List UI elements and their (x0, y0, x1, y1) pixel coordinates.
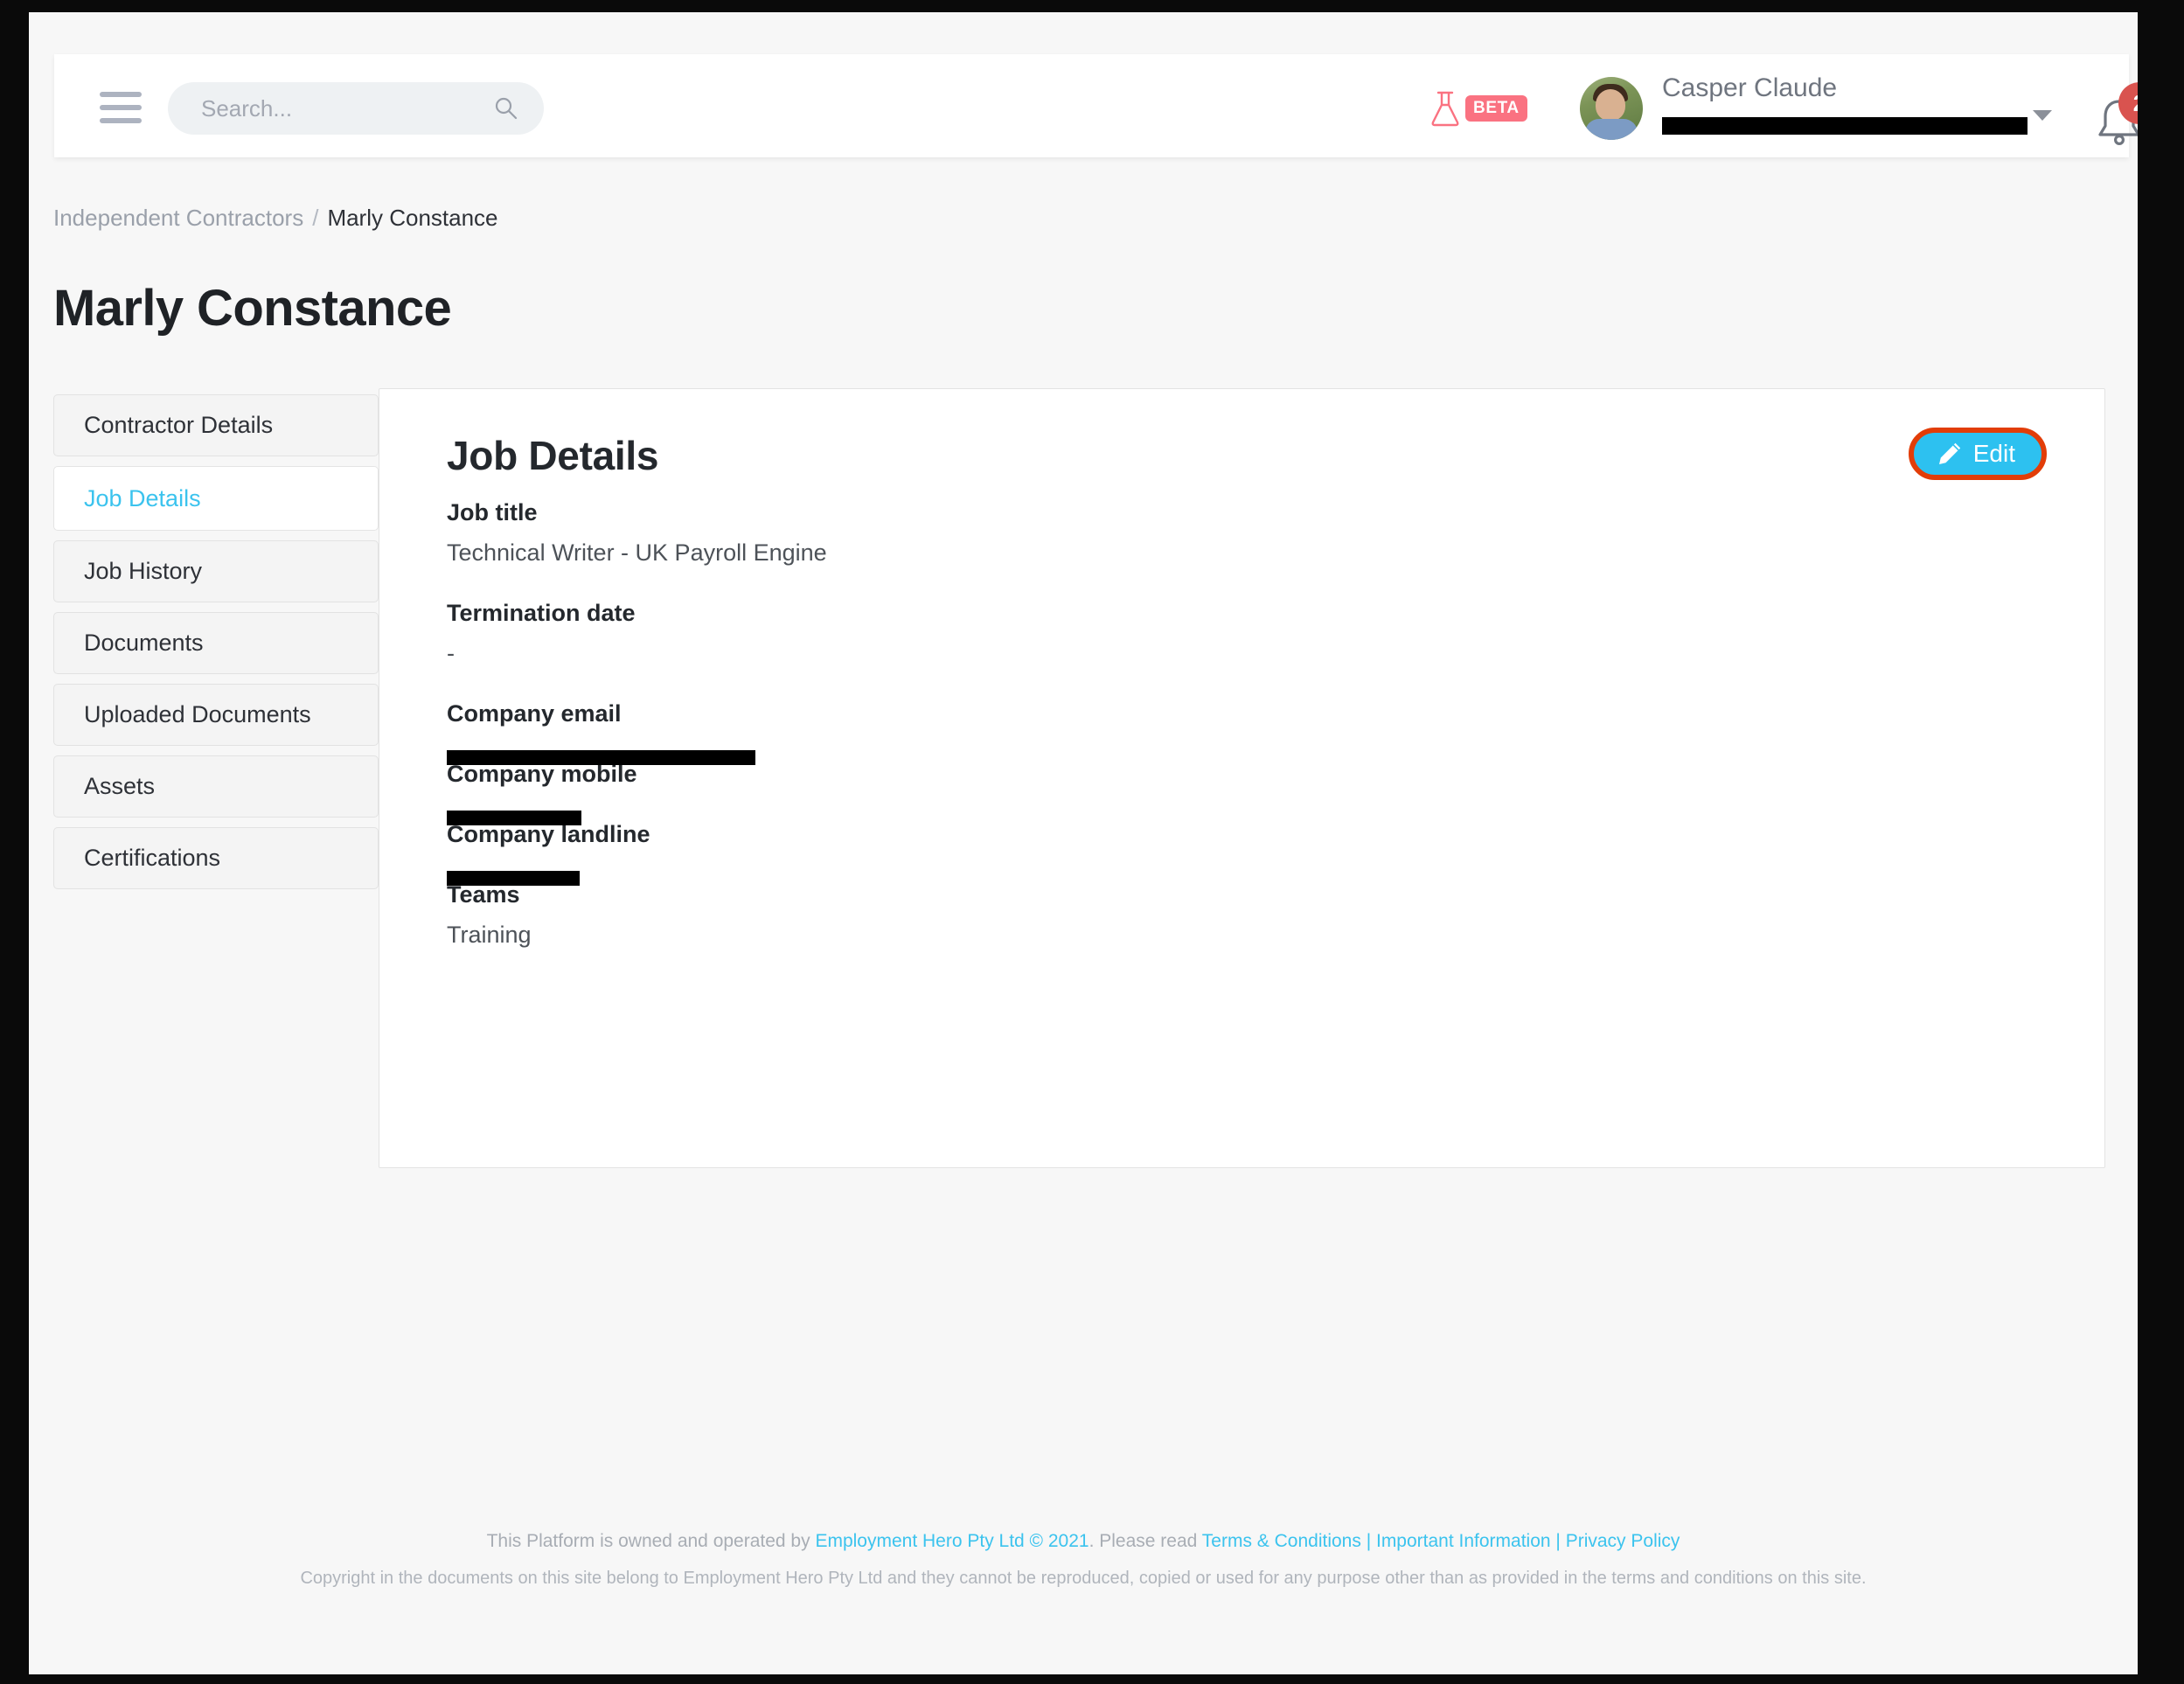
edit-button[interactable]: Edit (1908, 428, 2047, 480)
page-footer: This Platform is owned and operated by E… (29, 1532, 2138, 1587)
job-details-field-list: Job title Technical Writer - UK Payroll … (447, 501, 1583, 947)
footer-legal-line: This Platform is owned and operated by E… (29, 1532, 2138, 1550)
sidebar-item-uploaded-documents[interactable]: Uploaded Documents (53, 684, 379, 746)
user-menu[interactable]: Casper Claude (1580, 73, 2061, 140)
footer-company-link[interactable]: Employment Hero Pty Ltd © 2021 (815, 1531, 1089, 1551)
sidebar-item-job-details[interactable]: Job Details (53, 466, 379, 531)
breadcrumb-parent-link[interactable]: Independent Contractors (53, 205, 303, 231)
notifications-button[interactable]: 2 (2091, 82, 2138, 159)
avatar (1580, 77, 1643, 140)
field-label: Termination date (447, 600, 636, 626)
redaction-bar (447, 871, 580, 886)
search-box[interactable] (168, 82, 544, 135)
sidebar-item-label: Assets (84, 773, 156, 799)
field-value: Training (447, 922, 532, 948)
footer-separator: | (1360, 1531, 1376, 1551)
field-label: Teams (447, 881, 520, 908)
redaction-bar (447, 750, 755, 765)
footer-important-information-link[interactable]: Important Information (1376, 1531, 1551, 1551)
field-termination-date: Termination date - (447, 602, 1583, 665)
job-details-panel: Job Details Edit Job title Technical Wri… (379, 388, 2105, 1168)
sidebar-item-job-history[interactable]: Job History (53, 540, 379, 602)
footer-mid-text: . Please read (1089, 1531, 1202, 1551)
sidebar-item-label: Documents (84, 630, 204, 656)
hamburger-menu-icon[interactable] (100, 92, 142, 123)
field-company-mobile: Company mobile (447, 761, 1583, 825)
field-label: Company landline (447, 821, 650, 847)
page-title: Marly Constance (53, 280, 452, 337)
field-label: Job title (447, 499, 538, 525)
sidebar-item-label: Job History (84, 558, 203, 584)
footer-prefix-text: This Platform is owned and operated by (486, 1531, 816, 1551)
search-icon[interactable] (495, 97, 518, 120)
sidebar-item-label: Uploaded Documents (84, 701, 311, 727)
flask-icon (1430, 89, 1460, 128)
top-navigation-bar: BETA Casper Claude 2 (54, 54, 2138, 157)
sidebar-item-documents[interactable]: Documents (53, 612, 379, 674)
sidebar-item-label: Job Details (84, 484, 201, 511)
sidebar-item-certifications[interactable]: Certifications (53, 827, 379, 889)
app-viewport: BETA Casper Claude 2 (29, 12, 2138, 1674)
section-tabs-sidebar: Contractor Details Job Details Job Histo… (53, 394, 379, 899)
panel-title: Job Details (447, 433, 659, 478)
chevron-down-icon[interactable] (2033, 110, 2052, 121)
sidebar-item-contractor-details[interactable]: Contractor Details (53, 394, 379, 456)
sidebar-item-label: Certifications (84, 845, 221, 871)
beta-feature-toggle[interactable]: BETA (1430, 89, 1527, 128)
beta-badge-label: BETA (1465, 95, 1527, 122)
user-name: Casper Claude (1662, 73, 1838, 102)
pencil-icon (1937, 441, 1963, 467)
user-email-redacted (1662, 117, 2028, 135)
field-job-title: Job title Technical Writer - UK Payroll … (447, 501, 1583, 565)
field-value: Technical Writer - UK Payroll Engine (447, 539, 827, 566)
sidebar-item-assets[interactable]: Assets (53, 755, 379, 818)
footer-privacy-link[interactable]: Privacy Policy (1566, 1531, 1680, 1551)
screenshot-frame: BETA Casper Claude 2 (0, 0, 2184, 1684)
footer-terms-link[interactable]: Terms & Conditions (1202, 1531, 1361, 1551)
breadcrumb-current: Marly Constance (327, 205, 498, 231)
field-company-email: Company email (447, 700, 1583, 765)
search-input[interactable] (201, 82, 490, 135)
field-label: Company email (447, 700, 622, 727)
sidebar-item-label: Contractor Details (84, 412, 274, 438)
field-teams: Teams Training (447, 883, 1583, 947)
edit-button-label: Edit (1972, 440, 2015, 467)
redaction-bar (447, 811, 581, 825)
field-value: - (447, 640, 455, 666)
footer-separator: | (1550, 1531, 1566, 1551)
footer-copyright-line: Copyright in the documents on this site … (300, 1569, 1867, 1588)
breadcrumb: Independent Contractors / Marly Constance (53, 206, 498, 229)
field-company-landline: Company landline (447, 821, 1583, 886)
field-label: Company mobile (447, 761, 637, 787)
breadcrumb-separator: / (312, 205, 319, 231)
